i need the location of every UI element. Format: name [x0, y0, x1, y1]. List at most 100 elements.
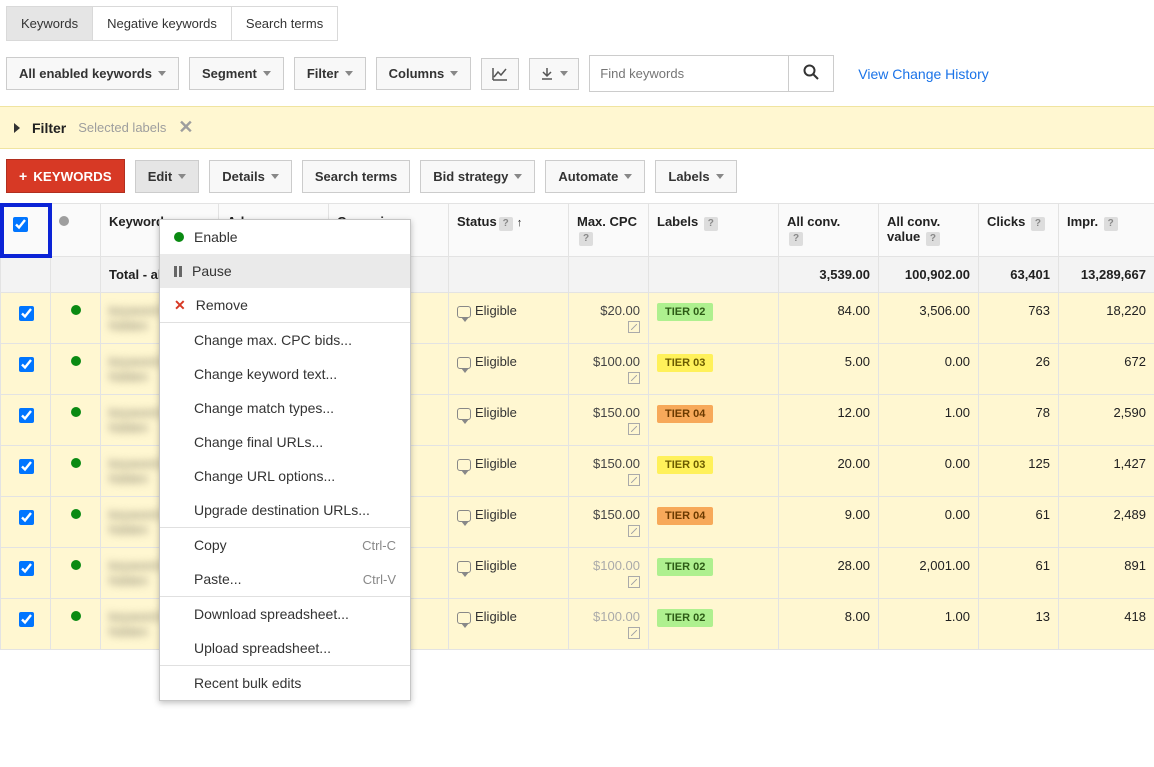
labels-dropdown[interactable]: Labels	[655, 160, 736, 193]
speech-bubble-icon[interactable]	[457, 408, 471, 420]
speech-bubble-icon[interactable]	[457, 357, 471, 369]
search-input[interactable]	[589, 55, 789, 92]
segment-label: Segment	[202, 66, 257, 81]
help-icon[interactable]: ?	[1031, 217, 1045, 231]
menu-change-final-label: Change final URLs...	[194, 434, 323, 450]
row-checkbox-cell[interactable]	[1, 293, 51, 344]
col-all-conv-value[interactable]: All conv. value ?	[879, 204, 979, 257]
col-status[interactable]: Status?↑	[449, 204, 569, 257]
speech-bubble-icon[interactable]	[457, 510, 471, 522]
help-icon[interactable]: ?	[499, 217, 513, 231]
edit-icon[interactable]	[628, 321, 640, 333]
max-cpc-cell[interactable]: $150.00	[569, 395, 649, 446]
row-checkbox[interactable]	[19, 561, 34, 576]
menu-paste[interactable]: Paste...Ctrl-V	[160, 562, 410, 596]
status-dot-icon	[71, 305, 81, 315]
speech-bubble-icon[interactable]	[457, 612, 471, 624]
help-icon[interactable]: ?	[789, 232, 803, 246]
download-dropdown[interactable]	[529, 58, 579, 90]
plus-icon: +	[19, 168, 27, 184]
menu-upload-spreadsheet[interactable]: Upload spreadsheet...	[160, 631, 410, 665]
status-dot-icon	[71, 560, 81, 570]
row-checkbox[interactable]	[19, 306, 34, 321]
select-all-checkbox[interactable]	[13, 217, 28, 232]
tab-keywords[interactable]: Keywords	[6, 6, 93, 41]
row-checkbox-cell[interactable]	[1, 599, 51, 650]
max-cpc-cell[interactable]: $150.00	[569, 497, 649, 548]
tier-badge: TIER 04	[657, 507, 713, 525]
chart-button[interactable]	[481, 58, 519, 90]
all-enabled-dropdown[interactable]: All enabled keywords	[6, 57, 179, 90]
columns-dropdown[interactable]: Columns	[376, 57, 472, 90]
segment-dropdown[interactable]: Segment	[189, 57, 284, 90]
edit-icon[interactable]	[628, 525, 640, 537]
max-cpc-cell[interactable]: $100.00	[569, 344, 649, 395]
triangle-right-icon[interactable]	[14, 123, 20, 133]
menu-remove[interactable]: ✕Remove	[160, 288, 410, 322]
row-checkbox-cell[interactable]	[1, 548, 51, 599]
menu-copy[interactable]: CopyCtrl-C	[160, 528, 410, 562]
col-clicks[interactable]: Clicks ?	[979, 204, 1059, 257]
menu-upgrade-dest[interactable]: Upgrade destination URLs...	[160, 493, 410, 527]
col-max-cpc[interactable]: Max. CPC ?	[569, 204, 649, 257]
max-cpc-cell[interactable]: $150.00	[569, 446, 649, 497]
help-icon[interactable]: ?	[926, 232, 940, 246]
tab-negative-keywords[interactable]: Negative keywords	[93, 6, 232, 41]
menu-download-spreadsheet[interactable]: Download spreadsheet...	[160, 597, 410, 631]
menu-change-text[interactable]: Change keyword text...	[160, 357, 410, 391]
filter-dropdown[interactable]: Filter	[294, 57, 366, 90]
automate-dropdown[interactable]: Automate	[545, 160, 645, 193]
edit-icon[interactable]	[628, 423, 640, 435]
edit-dropdown[interactable]: Edit	[135, 160, 200, 193]
col-all-conv[interactable]: All conv.?	[779, 204, 879, 257]
sort-asc-icon: ↑	[517, 217, 523, 229]
menu-enable[interactable]: Enable	[160, 220, 410, 254]
edit-icon[interactable]	[628, 576, 640, 588]
row-checkbox[interactable]	[19, 612, 34, 627]
speech-bubble-icon[interactable]	[457, 561, 471, 573]
help-icon[interactable]: ?	[704, 217, 718, 231]
view-change-history-link[interactable]: View Change History	[858, 66, 988, 82]
details-dropdown[interactable]: Details	[209, 160, 292, 193]
help-icon[interactable]: ?	[1104, 217, 1118, 231]
menu-change-cpc-label: Change max. CPC bids...	[194, 332, 352, 348]
max-cpc-cell[interactable]: $20.00	[569, 293, 649, 344]
edit-icon[interactable]	[628, 474, 640, 486]
bid-strategy-dropdown[interactable]: Bid strategy	[420, 160, 535, 193]
all-conv-cell: 84.00	[779, 293, 879, 344]
search-button[interactable]	[789, 55, 834, 92]
download-icon	[540, 67, 554, 81]
speech-bubble-icon[interactable]	[457, 306, 471, 318]
edit-icon[interactable]	[628, 627, 640, 639]
row-checkbox[interactable]	[19, 510, 34, 525]
menu-pause[interactable]: Pause	[160, 254, 410, 288]
row-checkbox[interactable]	[19, 357, 34, 372]
edit-icon[interactable]	[628, 372, 640, 384]
help-icon[interactable]: ?	[579, 232, 593, 246]
row-checkbox-cell[interactable]	[1, 344, 51, 395]
search-terms-button[interactable]: Search terms	[302, 160, 410, 193]
all-conv-value-cell: 2,001.00	[879, 548, 979, 599]
menu-recent-bulk-edits[interactable]: Recent bulk edits	[160, 666, 410, 700]
col-impr[interactable]: Impr. ?	[1059, 204, 1154, 257]
menu-change-final[interactable]: Change final URLs...	[160, 425, 410, 459]
close-icon[interactable]: ✕	[178, 117, 193, 138]
row-checkbox-cell[interactable]	[1, 446, 51, 497]
row-checkbox[interactable]	[19, 408, 34, 423]
select-all-header[interactable]	[1, 204, 51, 257]
menu-change-match[interactable]: Change match types...	[160, 391, 410, 425]
impr-cell: 2,489	[1059, 497, 1154, 548]
tab-search-terms[interactable]: Search terms	[232, 6, 338, 41]
row-checkbox-cell[interactable]	[1, 497, 51, 548]
row-checkbox-cell[interactable]	[1, 395, 51, 446]
add-keywords-button[interactable]: +KEYWORDS	[6, 159, 125, 193]
menu-change-url-options[interactable]: Change URL options...	[160, 459, 410, 493]
status-dot-header[interactable]	[51, 204, 101, 257]
max-cpc-cell[interactable]: $100.00	[569, 548, 649, 599]
menu-change-cpc[interactable]: Change max. CPC bids...	[160, 323, 410, 357]
max-cpc-cell[interactable]: $100.00	[569, 599, 649, 650]
speech-bubble-icon[interactable]	[457, 459, 471, 471]
row-checkbox[interactable]	[19, 459, 34, 474]
col-labels[interactable]: Labels ?	[649, 204, 779, 257]
row-status-dot-cell	[51, 293, 101, 344]
